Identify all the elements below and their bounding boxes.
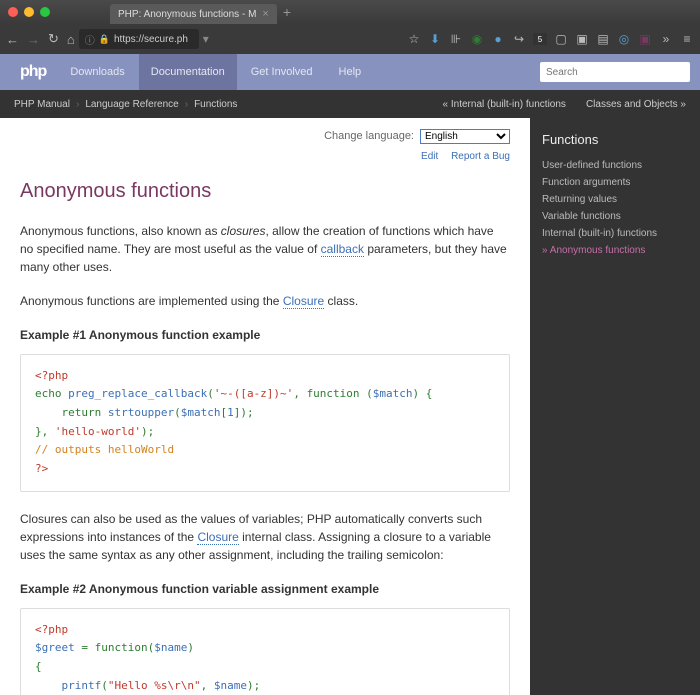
nav-documentation[interactable]: Documentation (139, 54, 237, 90)
new-tab-button[interactable]: + (283, 4, 291, 20)
code-example-1: <?php echo preg_replace_callback('~-([a-… (20, 354, 510, 492)
nav-downloads[interactable]: Downloads (58, 54, 136, 90)
toolbar-icons: ☆ ⬇ ⊪ ◉ ● ↪ 5 ▢ ▣ ▤ ◎ ▣ » ≡ (407, 32, 694, 46)
callback-link[interactable]: callback (321, 242, 364, 257)
star-icon[interactable]: ☆ (407, 32, 421, 46)
language-select[interactable]: English (420, 129, 510, 144)
traffic-lights (8, 7, 50, 17)
info-icon: ⓘ (85, 32, 95, 47)
sidebar-item-returning[interactable]: Returning values (542, 191, 688, 208)
search-input[interactable] (540, 62, 690, 82)
browser-tab[interactable]: PHP: Anonymous functions - M × (110, 4, 277, 24)
main-content: Change language: English Edit Report a B… (0, 118, 530, 695)
edit-row: Edit Report a Bug (20, 149, 510, 164)
bc-php-manual[interactable]: PHP Manual (14, 99, 70, 110)
edit-link[interactable]: Edit (421, 151, 438, 162)
overflow-icon[interactable]: » (659, 32, 673, 46)
minimize-window-button[interactable] (24, 7, 34, 17)
address-bar[interactable]: ⓘ 🔒 https://secure.ph (79, 29, 199, 49)
back-button[interactable]: ← (6, 32, 19, 47)
php-logo[interactable]: php (10, 63, 56, 81)
dropdown-icon[interactable]: ▾ (203, 32, 209, 46)
tab-title: PHP: Anonymous functions - M (118, 9, 256, 20)
code-example-2: <?php $greet = function($name) { printf(… (20, 608, 510, 695)
titlebar: PHP: Anonymous functions - M × + (0, 0, 700, 24)
closures-term: closures (221, 224, 266, 238)
sidebar-item-internal-fn[interactable]: Internal (built-in) functions (542, 225, 688, 242)
ext-icon-9[interactable]: ▣ (638, 32, 652, 46)
ext-icon-8[interactable]: ◎ (617, 32, 631, 46)
closures-vars-paragraph: Closures can also be used as the values … (20, 510, 510, 564)
breadcrumb: PHP Manual› Language Reference› Function… (14, 99, 237, 110)
sidebar-heading: Functions (542, 132, 688, 147)
ext-icon-6[interactable]: ▣ (575, 32, 589, 46)
bc-lang-ref[interactable]: Language Reference (85, 99, 178, 110)
language-selector-row: Change language: English (20, 128, 510, 145)
breadcrumb-bar: PHP Manual› Language Reference› Function… (0, 90, 700, 118)
content-area: Change language: English Edit Report a B… (0, 118, 700, 695)
sidebar-item-user-defined[interactable]: User-defined functions (542, 157, 688, 174)
ext-icon-2[interactable]: ● (491, 32, 505, 46)
ext-icon-5[interactable]: ▢ (554, 32, 568, 46)
menu-icon[interactable]: ≡ (680, 32, 694, 46)
sidebar-list: User-defined functions Function argument… (542, 157, 688, 259)
closure-link-2[interactable]: Closure (197, 530, 238, 545)
closure-link-1[interactable]: Closure (283, 294, 324, 309)
nav-buttons: ← → ↻ ⌂ (6, 31, 75, 47)
nav-help[interactable]: Help (327, 54, 374, 90)
ext-icon-1[interactable]: ◉ (470, 32, 484, 46)
nav-get-involved[interactable]: Get Involved (239, 54, 325, 90)
sidebar-item-variable-fn[interactable]: Variable functions (542, 208, 688, 225)
sidebar: Functions User-defined functions Functio… (530, 118, 700, 695)
site-nav: php Downloads Documentation Get Involved… (0, 54, 700, 90)
next-link[interactable]: Classes and Objects » (586, 99, 686, 110)
download-icon[interactable]: ⬇ (428, 32, 442, 46)
closure-paragraph: Anonymous functions are implemented usin… (20, 292, 510, 310)
forward-button[interactable]: → (27, 32, 40, 47)
bc-functions[interactable]: Functions (194, 99, 237, 110)
browser-window: PHP: Anonymous functions - M × + ← → ↻ ⌂… (0, 0, 700, 695)
ext-icon-3[interactable]: ↪ (512, 32, 526, 46)
site-search (540, 62, 690, 82)
sidebar-item-anonymous-fn[interactable]: Anonymous functions (542, 242, 688, 259)
lock-icon: 🔒 (99, 34, 110, 45)
library-icon[interactable]: ⊪ (449, 32, 463, 46)
maximize-window-button[interactable] (40, 7, 50, 17)
prev-link[interactable]: « Internal (built-in) functions (443, 99, 566, 110)
change-lang-label: Change language: (324, 128, 414, 145)
example-1-title: Example #1 Anonymous function example (20, 326, 510, 344)
tab-close-icon[interactable]: × (262, 8, 268, 20)
sidebar-item-function-args[interactable]: Function arguments (542, 174, 688, 191)
url-toolbar: ← → ↻ ⌂ ⓘ 🔒 https://secure.ph ▾ ☆ ⬇ ⊪ ◉ … (0, 24, 700, 54)
ext-icon-7[interactable]: ▤ (596, 32, 610, 46)
reload-button[interactable]: ↻ (48, 31, 59, 47)
ext-icon-4[interactable]: 5 (533, 33, 547, 45)
close-window-button[interactable] (8, 7, 18, 17)
report-bug-link[interactable]: Report a Bug (451, 151, 510, 162)
intro-paragraph: Anonymous functions, also known as closu… (20, 222, 510, 276)
example-2-title: Example #2 Anonymous function variable a… (20, 580, 510, 598)
home-button[interactable]: ⌂ (67, 32, 75, 47)
page-title: Anonymous functions (20, 176, 510, 206)
url-text: https://secure.ph (114, 34, 188, 45)
